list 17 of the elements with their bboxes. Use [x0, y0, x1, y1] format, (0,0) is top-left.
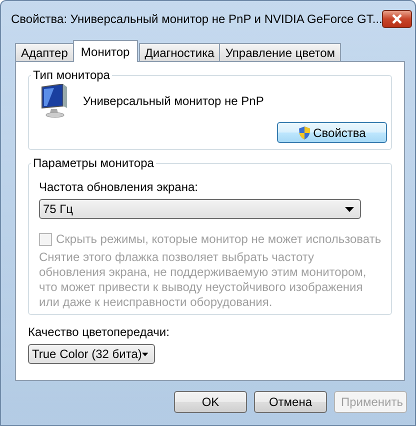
dialog-button[interactable]: OK	[174, 391, 247, 413]
properties-button[interactable]: Свойства	[277, 122, 387, 143]
tab[interactable]: Адаптер	[15, 43, 74, 61]
group-title: Тип монитора	[32, 68, 111, 82]
tab[interactable]: Управление цветом	[219, 43, 342, 61]
window-title: Свойства: Универсальный монитор не PnP и NVIDIA GeForce GT...	[11, 12, 382, 26]
field-label: Качество цветопередачи:	[28, 325, 170, 339]
color-quality-dropdown[interactable]: True Color (32 бита)	[28, 344, 155, 364]
description-text: Снятие этого флажка позволяет выбрать частоту обновления экрана, не поддерживаемую этим монитором, что может привести к выводу неустойчивого изображения или даже к неисправности оборудования.	[39, 250, 368, 310]
group-title: Параметры монитора	[32, 156, 155, 170]
tab[interactable]: Диагностика	[138, 43, 220, 61]
refresh-rate-dropdown[interactable]: 75 Гц	[39, 199, 361, 219]
tab[interactable]: Монитор	[72, 40, 138, 62]
monitor-name: Универсальный монитор не PnP	[83, 94, 264, 108]
dialog-button[interactable]: Отмена	[254, 391, 327, 413]
field-label: Частота обновления экрана:	[39, 180, 199, 194]
checkbox-label: Скрыть режимы, которые монитор не может использовать	[56, 232, 382, 246]
